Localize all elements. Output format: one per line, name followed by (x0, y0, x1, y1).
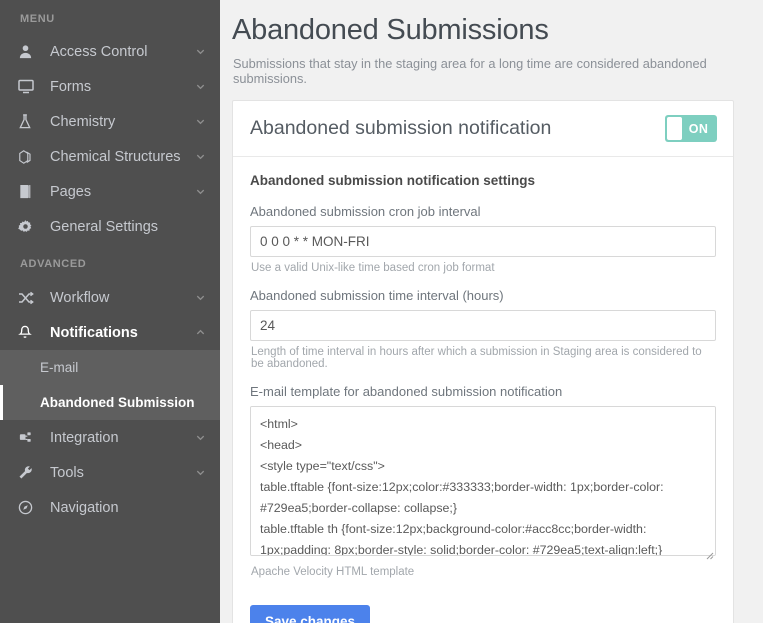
sidebar-item-label: Chemistry (50, 114, 195, 130)
sidebar-item-label: Access Control (50, 44, 195, 60)
flask-icon (18, 114, 40, 129)
hours-field-help: Length of time interval in hours after w… (250, 341, 716, 370)
chevron-up-icon (195, 327, 206, 338)
sidebar-item-label: Notifications (50, 325, 195, 341)
main-content: Abandoned Submissions Submissions that s… (220, 0, 763, 623)
submenu-item-label: E-mail (40, 360, 78, 375)
notifications-submenu: E-mail Abandoned Submission (0, 350, 220, 420)
template-textarea-wrap: <html> <head> <style type="text/css"> ta… (250, 406, 716, 561)
chevron-down-icon (195, 432, 206, 443)
template-field-group: E-mail template for abandoned submission… (250, 384, 716, 592)
sidebar-item-chemical-structures[interactable]: Chemical Structures (0, 139, 220, 174)
sidebar-item-label: Tools (50, 465, 195, 481)
sidebar: MENU Access Control Forms Chemistry (0, 0, 220, 623)
cron-field-group: Abandoned submission cron job interval U… (250, 204, 716, 288)
chevron-down-icon (195, 81, 206, 92)
toggle-knob (667, 117, 682, 140)
hexagon-molecule-icon (18, 149, 40, 165)
sidebar-item-chemistry[interactable]: Chemistry (0, 104, 220, 139)
sidebar-item-label: Forms (50, 79, 195, 95)
notification-toggle[interactable]: ON (665, 115, 717, 142)
user-icon (18, 44, 40, 59)
sidebar-item-label: Navigation (50, 500, 206, 516)
card-header-title: Abandoned submission notification (250, 117, 551, 140)
section-title: Abandoned submission notification settin… (250, 173, 716, 204)
shuffle-icon (18, 291, 40, 305)
sidebar-item-tools[interactable]: Tools (0, 455, 220, 490)
gear-icon (18, 219, 40, 234)
settings-card: Abandoned submission notification ON Aba… (232, 100, 734, 623)
cron-field-label: Abandoned submission cron job interval (250, 204, 716, 226)
page-title: Abandoned Submissions (232, 10, 753, 47)
sidebar-item-pages[interactable]: Pages (0, 174, 220, 209)
sidebar-item-label: Workflow (50, 290, 195, 306)
cron-field-help: Use a valid Unix-like time based cron jo… (250, 257, 716, 274)
sidebar-item-access-control[interactable]: Access Control (0, 34, 220, 69)
template-field-label: E-mail template for abandoned submission… (250, 384, 716, 406)
submenu-item-label: Abandoned Submission (40, 395, 195, 410)
bell-icon (18, 325, 40, 340)
chevron-down-icon (195, 186, 206, 197)
save-changes-button[interactable]: Save changes (250, 605, 370, 623)
card-header: Abandoned submission notification ON (233, 101, 733, 157)
sidebar-item-label: Pages (50, 184, 195, 200)
sidebar-item-forms[interactable]: Forms (0, 69, 220, 104)
sidebar-item-navigation[interactable]: Navigation (0, 490, 220, 525)
card-body: Abandoned submission notification settin… (233, 157, 733, 623)
monitor-icon (18, 79, 40, 94)
submenu-item-email[interactable]: E-mail (0, 350, 220, 385)
sidebar-advanced-heading: ADVANCED (0, 244, 220, 280)
email-template-textarea[interactable]: <html> <head> <style type="text/css"> ta… (250, 406, 716, 556)
sidebar-item-label: General Settings (50, 219, 206, 235)
sidebar-item-integration[interactable]: Integration (0, 420, 220, 455)
hours-field-label: Abandoned submission time interval (hour… (250, 288, 716, 310)
sidebar-item-label: Integration (50, 430, 195, 446)
sidebar-item-workflow[interactable]: Workflow (0, 280, 220, 315)
compass-icon (18, 500, 40, 515)
sidebar-item-notifications[interactable]: Notifications (0, 315, 220, 350)
chevron-down-icon (195, 46, 206, 57)
chevron-down-icon (195, 116, 206, 127)
app-root: MENU Access Control Forms Chemistry (0, 0, 763, 623)
wrench-icon (18, 465, 40, 480)
sidebar-item-label: Chemical Structures (50, 149, 195, 165)
chevron-down-icon (195, 151, 206, 162)
hours-field-group: Abandoned submission time interval (hour… (250, 288, 716, 384)
toggle-state-label: ON (682, 122, 717, 136)
submenu-item-abandoned-submission[interactable]: Abandoned Submission (0, 385, 220, 420)
sidebar-menu-heading: MENU (0, 0, 220, 34)
chevron-down-icon (195, 292, 206, 303)
time-interval-input[interactable] (250, 310, 716, 341)
template-field-help: Apache Velocity HTML template (250, 561, 716, 578)
cron-interval-input[interactable] (250, 226, 716, 257)
page-subtitle: Submissions that stay in the staging are… (232, 47, 753, 86)
integration-icon (18, 431, 40, 445)
chevron-down-icon (195, 467, 206, 478)
sidebar-item-general-settings[interactable]: General Settings (0, 209, 220, 244)
book-icon (18, 184, 40, 199)
